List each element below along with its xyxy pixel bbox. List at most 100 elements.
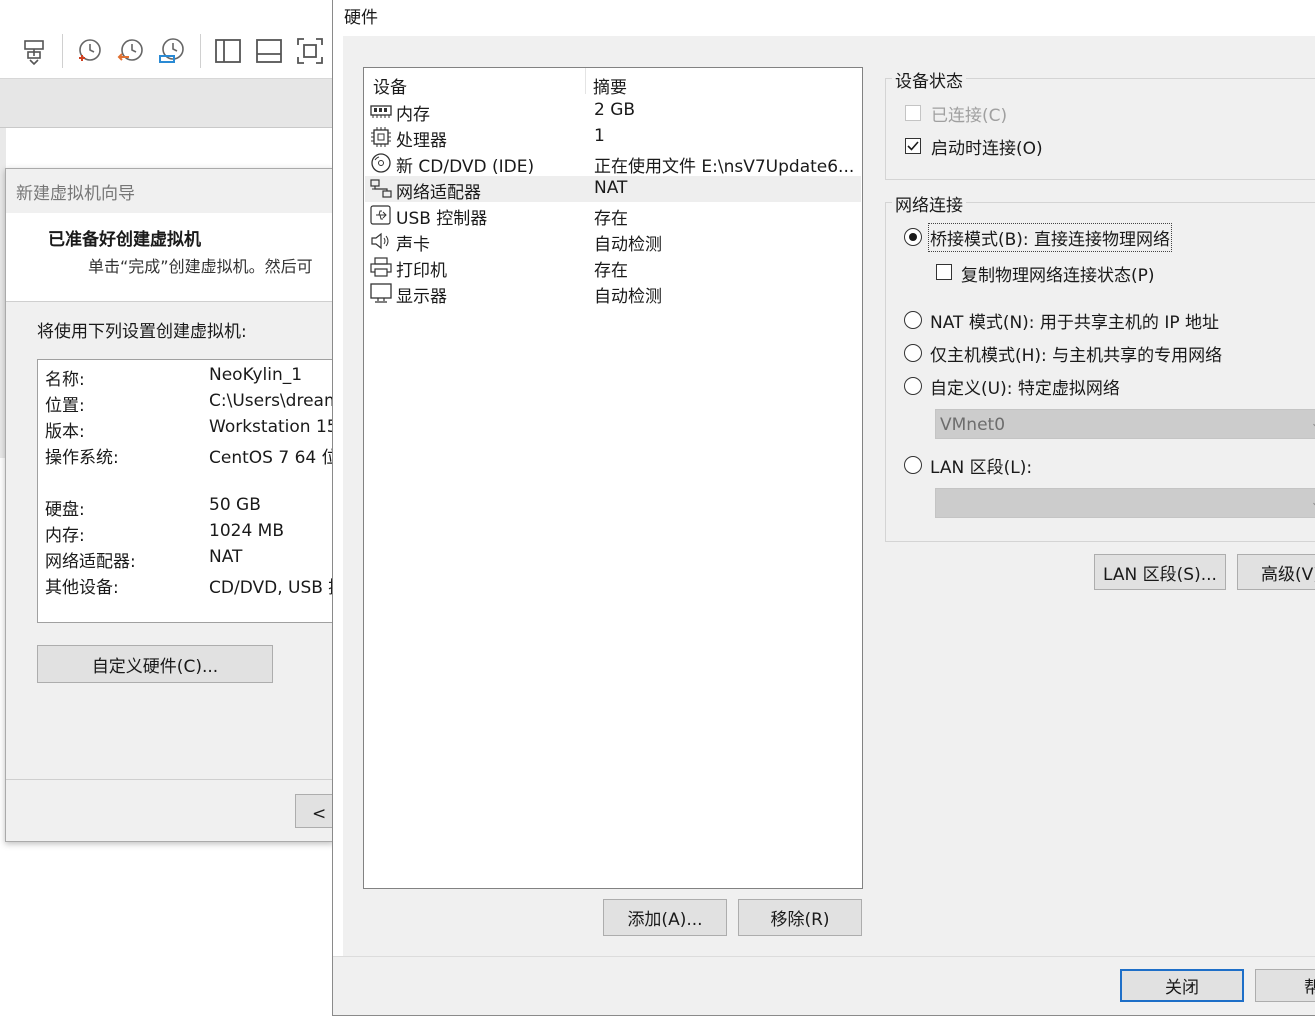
host-only-label: 仅主机模式(H): 与主机共享的专用网络 bbox=[930, 346, 1223, 366]
connected-checkbox[interactable] bbox=[905, 105, 921, 121]
device-row-display[interactable]: 显示器 自动检测 bbox=[365, 280, 861, 307]
setting-value: CD/DVD, USB 控 bbox=[209, 578, 334, 598]
device-name: 处理器 bbox=[396, 131, 447, 151]
replicate-state-label: 复制物理网络连接状态(P) bbox=[961, 266, 1155, 286]
settings-summary-box: 名称: NeoKylin_1 位置: C:\Users\dream 版本: Wo… bbox=[37, 359, 334, 623]
customize-hardware-button[interactable]: 自定义硬件(C)... bbox=[37, 645, 273, 683]
sound-card-icon bbox=[370, 231, 392, 251]
device-name: 显示器 bbox=[396, 287, 447, 307]
device-status-group: 设备状态 已连接(C) 启动时连接(O) bbox=[885, 67, 1315, 180]
setting-key: 网络适配器: bbox=[45, 552, 136, 572]
help-button[interactable]: 帮助 bbox=[1255, 969, 1315, 1002]
device-name: 内存 bbox=[396, 105, 430, 125]
snapshot-take-icon[interactable] bbox=[75, 36, 105, 66]
device-row-usb-controller[interactable]: USB 控制器 存在 bbox=[365, 202, 861, 229]
column-header-device[interactable]: 设备 bbox=[373, 73, 407, 98]
memory-icon bbox=[370, 101, 392, 121]
device-summary: 2 GB bbox=[594, 100, 636, 120]
hardware-dialog: 硬件 设备 摘要 内存 2 GB 处理器 1 新 CD/DVD (IDE) 正在… bbox=[332, 0, 1315, 1016]
device-name: 新 CD/DVD (IDE) bbox=[396, 157, 535, 177]
setting-value: CentOS 7 64 位 bbox=[209, 448, 334, 468]
wizard-heading: 已准备好创建虚拟机 bbox=[48, 230, 201, 250]
column-header-summary[interactable]: 摘要 bbox=[593, 73, 627, 98]
device-summary: 正在使用文件 E:\nsV7Update6... bbox=[594, 157, 855, 177]
setting-value: NAT bbox=[209, 547, 243, 567]
send-to-icon[interactable] bbox=[20, 36, 50, 66]
add-device-button[interactable]: 添加(A)... bbox=[603, 899, 727, 936]
wizard-title: 新建虚拟机向导 bbox=[16, 184, 135, 204]
usb-controller-icon bbox=[370, 205, 392, 225]
bridged-radio[interactable] bbox=[904, 228, 922, 246]
remove-device-button[interactable]: 移除(R) bbox=[738, 899, 862, 936]
close-button[interactable]: 关闭 bbox=[1120, 969, 1244, 1002]
lan-segment-radio[interactable] bbox=[904, 456, 922, 474]
snapshot-manager-icon[interactable] bbox=[157, 36, 187, 66]
device-summary: NAT bbox=[594, 178, 628, 198]
device-row-memory[interactable]: 内存 2 GB bbox=[365, 98, 861, 125]
wizard-intro: 将使用下列设置创建虚拟机: bbox=[37, 322, 247, 342]
connected-label: 已连接(C) bbox=[931, 106, 1008, 126]
device-name: 声卡 bbox=[396, 235, 430, 255]
device-status-title: 设备状态 bbox=[892, 67, 966, 92]
device-row-sound-card[interactable]: 声卡 自动检测 bbox=[365, 228, 861, 255]
column-separator[interactable] bbox=[585, 68, 586, 94]
custom-network-label: 自定义(U): 特定虚拟网络 bbox=[930, 379, 1120, 399]
sidebar-view-icon[interactable] bbox=[213, 36, 243, 66]
checkmark-icon bbox=[907, 141, 919, 151]
connect-on-power-checkbox[interactable] bbox=[905, 138, 921, 154]
nat-label: NAT 模式(N): 用于共享主机的 IP 地址 bbox=[930, 313, 1219, 333]
device-summary: 存在 bbox=[594, 209, 628, 229]
nat-radio[interactable] bbox=[904, 311, 922, 329]
wizard-divider bbox=[6, 779, 334, 780]
printer-icon bbox=[370, 257, 392, 277]
device-list[interactable]: 设备 摘要 内存 2 GB 处理器 1 新 CD/DVD (IDE) 正在使用文… bbox=[363, 67, 863, 889]
setting-value: NeoKylin_1 bbox=[209, 365, 303, 385]
new-vm-wizard-dialog: 新建虚拟机向导 已准备好创建虚拟机 单击“完成”创建虚拟机。然后可 将使用下列设… bbox=[5, 168, 334, 842]
toolbar-separator bbox=[62, 34, 63, 68]
lan-segment-select[interactable] bbox=[935, 488, 1315, 518]
tab-strip bbox=[0, 79, 333, 128]
network-connection-title: 网络连接 bbox=[892, 191, 966, 216]
advanced-button[interactable]: 高级(V) bbox=[1237, 554, 1315, 590]
wizard-subtext: 单击“完成”创建虚拟机。然后可 bbox=[88, 257, 313, 276]
custom-network-value: VMnet0 bbox=[940, 415, 1006, 435]
device-name: 打印机 bbox=[396, 261, 447, 281]
lan-segment-label: LAN 区段(L): bbox=[930, 458, 1033, 478]
replicate-state-checkbox[interactable] bbox=[936, 264, 952, 280]
device-summary: 自动检测 bbox=[594, 287, 662, 307]
back-button[interactable]: < 上 bbox=[295, 794, 334, 828]
setting-key: 位置: bbox=[45, 396, 85, 416]
setting-value: 1024 MB bbox=[209, 521, 284, 541]
custom-network-select[interactable]: VMnet0 bbox=[935, 409, 1315, 439]
setting-value: Workstation 15. bbox=[209, 417, 334, 437]
setting-key: 硬盘: bbox=[45, 500, 85, 520]
fullscreen-icon[interactable] bbox=[295, 36, 325, 66]
processor-icon bbox=[370, 127, 392, 147]
device-row-cd-dvd[interactable]: 新 CD/DVD (IDE) 正在使用文件 E:\nsV7Update6... bbox=[365, 150, 861, 177]
console-view-icon[interactable] bbox=[254, 36, 284, 66]
device-name: 网络适配器 bbox=[396, 183, 481, 203]
device-summary: 1 bbox=[594, 126, 605, 146]
setting-key: 名称: bbox=[45, 370, 85, 390]
setting-value: 50 GB bbox=[209, 495, 261, 515]
custom-network-radio[interactable] bbox=[904, 377, 922, 395]
host-only-radio[interactable] bbox=[904, 344, 922, 362]
device-row-network-adapter[interactable]: 网络适配器 NAT bbox=[365, 176, 861, 203]
connect-on-power-label: 启动时连接(O) bbox=[931, 139, 1043, 159]
lan-segments-button[interactable]: LAN 区段(S)... bbox=[1094, 554, 1226, 590]
device-row-printer[interactable]: 打印机 存在 bbox=[365, 254, 861, 281]
network-adapter-icon bbox=[370, 179, 392, 199]
display-icon bbox=[370, 283, 392, 303]
setting-key: 其他设备: bbox=[45, 578, 119, 598]
network-connection-group: 网络连接 桥接模式(B): 直接连接物理网络 复制物理网络连接状态(P) NAT… bbox=[885, 191, 1315, 542]
setting-key: 内存: bbox=[45, 526, 85, 546]
toolbar-separator bbox=[200, 34, 201, 68]
device-row-processor[interactable]: 处理器 1 bbox=[365, 124, 861, 151]
bridged-label: 桥接模式(B): 直接连接物理网络 bbox=[927, 223, 1173, 252]
snapshot-revert-icon[interactable] bbox=[116, 36, 146, 66]
hardware-dialog-title: 硬件 bbox=[344, 8, 378, 28]
setting-key: 版本: bbox=[45, 422, 85, 442]
cd-dvd-icon bbox=[370, 153, 392, 173]
setting-value: C:\Users\dream bbox=[209, 391, 334, 411]
setting-key: 操作系统: bbox=[45, 448, 119, 468]
